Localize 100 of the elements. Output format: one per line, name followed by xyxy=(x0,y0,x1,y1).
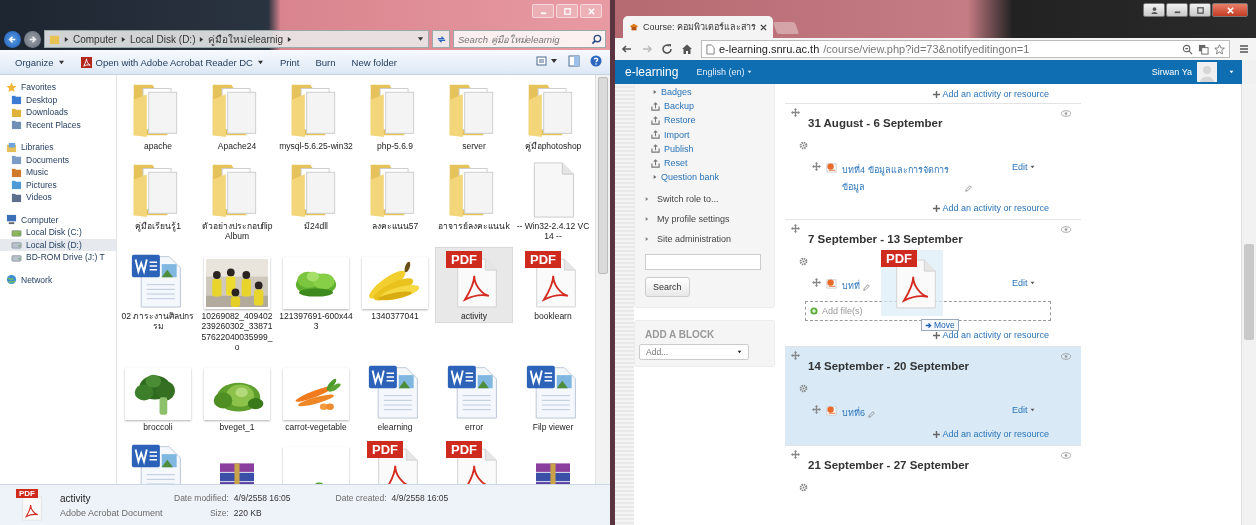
menu-icon[interactable] xyxy=(1238,43,1250,55)
edit-menu[interactable]: Edit xyxy=(1012,405,1035,415)
expand-icon[interactable] xyxy=(653,89,657,96)
gear-icon[interactable] xyxy=(799,141,808,150)
nav-item[interactable]: Favorites xyxy=(0,81,116,94)
admin-link[interactable]: Publish xyxy=(664,143,694,154)
file-tile[interactable]: apache xyxy=(119,77,197,154)
maximize-button[interactable] xyxy=(1189,3,1211,17)
settings-item[interactable]: Switch role to... xyxy=(657,194,719,205)
nav-item[interactable]: Local Disk (C:) xyxy=(0,226,116,239)
pencil-icon[interactable] xyxy=(965,185,972,192)
expand-icon[interactable] xyxy=(645,236,649,243)
file-tile[interactable]: คู่มือเรียนรู้1 xyxy=(119,156,197,233)
activity-link[interactable]: บทที่ xyxy=(842,278,860,295)
move-icon[interactable] xyxy=(791,450,800,459)
file-tile[interactable]: อาจารย์ลงคะแนนk xyxy=(435,156,513,233)
nav-item[interactable]: Downloads xyxy=(0,106,116,119)
move-icon[interactable] xyxy=(791,351,800,360)
nav-item[interactable]: Desktop xyxy=(0,93,116,106)
edit-menu[interactable]: Edit xyxy=(1012,162,1035,172)
file-tile[interactable]: elearning xyxy=(356,357,434,434)
file-tile[interactable]: 121397691-600x443 xyxy=(277,246,355,334)
forward-button[interactable] xyxy=(24,30,41,48)
toolbar-button[interactable]: Organize xyxy=(8,53,72,71)
user-name[interactable]: Sirwan Ya xyxy=(1151,67,1192,77)
search-button[interactable]: Search xyxy=(645,277,690,298)
admin-link[interactable]: Backup xyxy=(664,101,695,112)
file-tile[interactable]: -- Win32-2.4.12 VC14 -- xyxy=(514,156,592,244)
file-tile[interactable]: Filp viewer xyxy=(514,357,592,434)
file-tile[interactable]: carrot-vegetable xyxy=(277,357,355,434)
nav-item[interactable]: Local Disk (D:) xyxy=(0,238,116,251)
star-icon[interactable] xyxy=(1214,43,1225,55)
file-tile[interactable]: คู่มือphotoshop xyxy=(514,77,592,154)
admin-link[interactable]: Badges xyxy=(661,87,692,98)
file-tile[interactable]: server xyxy=(435,77,513,154)
nav-item[interactable]: Music xyxy=(0,166,116,179)
close-button[interactable] xyxy=(1212,3,1248,17)
pencil-icon[interactable] xyxy=(868,411,875,418)
pencil-icon[interactable] xyxy=(863,284,870,291)
scrollbar[interactable] xyxy=(1242,60,1256,84)
file-tile[interactable]: bveget_1 xyxy=(198,357,276,434)
minimize-button[interactable] xyxy=(1166,3,1188,17)
nav-item[interactable]: Videos xyxy=(0,191,116,204)
eye-icon[interactable] xyxy=(1061,452,1071,459)
add-block-select[interactable]: Add... xyxy=(639,344,749,361)
move-icon[interactable] xyxy=(812,278,821,287)
toolbar-button[interactable]: Open with Adobe Acrobat Reader DC xyxy=(73,53,271,71)
eye-icon[interactable] xyxy=(1061,226,1071,233)
move-icon[interactable] xyxy=(812,405,821,414)
nav-item[interactable]: Pictures xyxy=(0,178,116,191)
scrollbar[interactable] xyxy=(595,75,610,484)
nav-item[interactable]: Documents xyxy=(0,153,116,166)
back-button[interactable] xyxy=(4,30,21,48)
file-tile[interactable]: 02 ภาระงานศิลปกรรม xyxy=(119,246,197,334)
gear-icon[interactable] xyxy=(799,384,808,393)
admin-link[interactable]: Question bank xyxy=(661,172,720,183)
admin-link[interactable]: Reset xyxy=(664,158,688,169)
admin-link[interactable]: Import xyxy=(664,129,690,140)
eye-icon[interactable] xyxy=(1061,353,1071,360)
activity-link[interactable]: บทที่6 xyxy=(842,405,865,422)
nav-item[interactable]: Network xyxy=(0,273,116,286)
gear-icon[interactable] xyxy=(799,483,808,492)
add-activity-link[interactable]: Add an activity or resource xyxy=(942,429,1049,439)
add-activity-link[interactable]: Add an activity or resource xyxy=(942,330,1049,340)
expand-icon[interactable] xyxy=(645,196,649,203)
file-tile[interactable]: 1340377041 xyxy=(356,246,434,323)
edit-menu[interactable]: Edit xyxy=(1012,278,1035,288)
file-tile[interactable]: broccoli xyxy=(119,357,197,434)
file-tile[interactable]: mysql-5.6.25-win32 xyxy=(277,77,355,154)
breadcrumb[interactable]: Local Disk (D:) xyxy=(129,33,196,45)
breadcrumb[interactable]: คู่มือใหม่elearnig xyxy=(208,31,284,47)
search-field[interactable] xyxy=(645,254,761,271)
activity-link[interactable]: บทที่4 ข้อมูลและการจัดการข้อมูล xyxy=(842,162,962,196)
file-tile[interactable]: error xyxy=(435,357,513,434)
nav-item[interactable]: BD-ROM Drive (J:) T xyxy=(0,251,116,264)
toolbar-button[interactable]: New folder xyxy=(344,53,404,71)
file-tile[interactable]: php-5.6.9 xyxy=(356,77,434,154)
expand-icon[interactable] xyxy=(645,216,649,223)
admin-link[interactable]: Restore xyxy=(664,115,696,126)
new-tab-button[interactable] xyxy=(772,22,800,34)
nav-item[interactable]: Computer xyxy=(0,213,116,226)
file-tile[interactable]: Apache24 xyxy=(198,77,276,154)
file-tile[interactable]: ลงคะแนน57 xyxy=(356,156,434,233)
zoom-icon[interactable] xyxy=(1182,43,1193,55)
add-activity-link[interactable]: Add an activity or resource xyxy=(942,203,1049,213)
file-tile[interactable]: PDF activity xyxy=(435,246,513,323)
back-icon[interactable] xyxy=(621,43,633,55)
file-tile[interactable]: 10269082_409402239260302_3387157622040035999_o xyxy=(198,246,276,355)
address-bar[interactable]: Computer Local Disk (D:) คู่มือใหม่elearnig xyxy=(44,30,429,48)
move-icon[interactable] xyxy=(791,108,800,117)
nav-item[interactable]: Libraries xyxy=(0,141,116,154)
refresh-button[interactable] xyxy=(432,30,450,48)
expand-icon[interactable] xyxy=(653,174,657,181)
home-icon[interactable] xyxy=(681,43,693,55)
file-tile[interactable]: ตัวอย่างประกอบflip Album xyxy=(198,156,276,244)
profile-button[interactable] xyxy=(1143,3,1165,17)
preview-pane-button[interactable] xyxy=(568,54,580,70)
file-tile[interactable]: PDF booklearn xyxy=(514,246,592,323)
language-menu[interactable]: English (en) xyxy=(696,67,753,77)
breadcrumb[interactable]: Computer xyxy=(73,33,117,45)
